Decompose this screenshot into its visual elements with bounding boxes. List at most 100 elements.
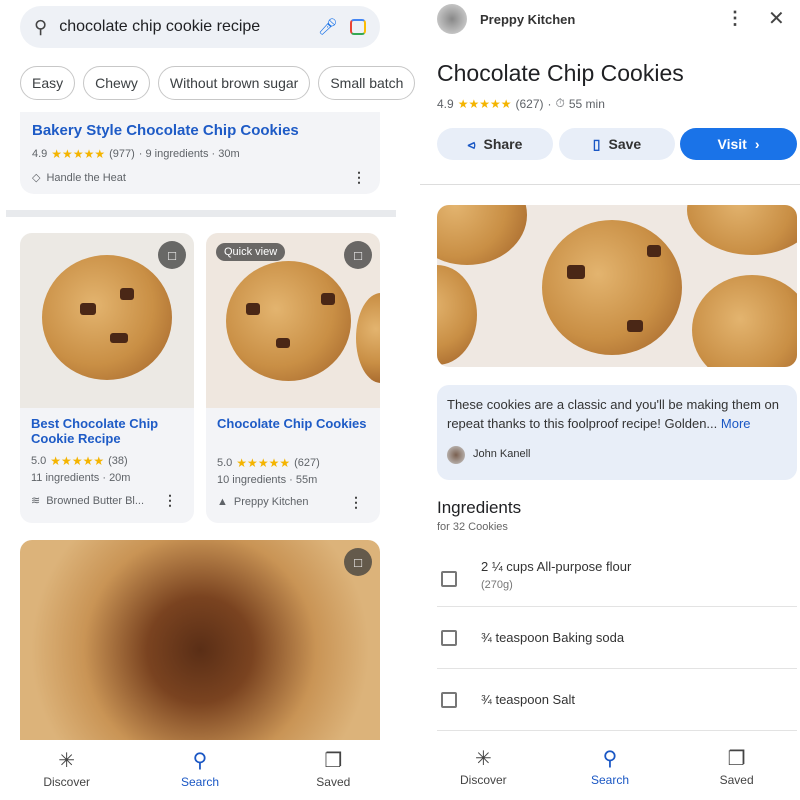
button-label: Save xyxy=(608,136,642,152)
checkbox[interactable] xyxy=(441,691,457,708)
nav-saved[interactable]: ❐ Saved xyxy=(692,749,782,787)
bookmark-icon[interactable]: □ xyxy=(344,548,372,576)
bottom-nav: ✳ Discover ⚲ Search ❐ Saved xyxy=(0,740,400,800)
stars: ★★★★★ xyxy=(50,454,105,468)
ingredient-note: (270g) xyxy=(481,579,513,591)
divider xyxy=(420,184,800,185)
rating: 5.0 xyxy=(31,455,47,467)
review-count: (627) xyxy=(515,96,544,111)
filter-chips: Easy Chewy Without brown sugar Small bat… xyxy=(20,66,416,100)
ingredient-name: ¾ teaspoon Baking soda xyxy=(481,630,625,645)
source-icon: ≋ xyxy=(31,495,41,507)
avatar xyxy=(437,4,467,34)
review-count: (38) xyxy=(108,455,128,467)
close-icon[interactable]: ✕ xyxy=(768,6,785,31)
timer-icon: ⏱︎ xyxy=(555,96,565,110)
nav-discover[interactable]: ✳ Discover xyxy=(22,751,112,789)
asterisk-icon: ✳ xyxy=(474,748,492,770)
saved-icon: ❐ xyxy=(727,748,746,770)
chip-without-brown-sugar[interactable]: Without brown sugar xyxy=(157,66,311,100)
chip-chewy[interactable]: Chewy xyxy=(83,66,150,100)
visit-button[interactable]: Visit › xyxy=(680,128,797,160)
button-label: Visit xyxy=(717,136,747,152)
stars: ★★★★★ xyxy=(236,456,291,470)
save-button[interactable]: ▯ Save xyxy=(559,128,675,160)
result-card[interactable]: Quick view □ Chocolate Chip Cookies 5.0 ★… xyxy=(206,233,380,523)
share-button[interactable]: ⪦ Share xyxy=(437,128,553,160)
more-options-icon[interactable]: ⋮ xyxy=(726,8,744,29)
nav-label: Search xyxy=(590,773,629,787)
rating: 4.9 xyxy=(32,148,48,160)
servings: for 32 Cookies xyxy=(437,521,508,533)
ingredient-item[interactable]: 2 ¼ cups All-purpose flour (270g) xyxy=(437,555,797,607)
section-title: Ingredients xyxy=(437,498,522,517)
author-avatar xyxy=(447,445,465,464)
nav-search[interactable]: ⚲ Search xyxy=(155,751,245,789)
chip-easy[interactable]: Easy xyxy=(20,66,76,100)
checkbox[interactable] xyxy=(441,629,457,646)
rating: 4.9 xyxy=(437,96,454,111)
nav-label: Discover xyxy=(43,775,90,789)
page-title: Chocolate Chip Cookies xyxy=(437,60,684,86)
asterisk-icon: ✳ xyxy=(58,750,76,772)
ingredient-item[interactable]: ¾ teaspoon Salt xyxy=(437,669,797,731)
source-icon: ▲ xyxy=(217,496,228,508)
ingredient-name: 2 ¼ cups All-purpose flour xyxy=(481,559,632,574)
cook-time: 55 min xyxy=(568,96,605,111)
bookmark-icon[interactable]: □ xyxy=(158,241,186,269)
quick-view-badge[interactable]: Quick view xyxy=(216,243,286,261)
button-label: Share xyxy=(483,136,523,152)
search-icon: ⚲ xyxy=(602,748,618,770)
result-details: · 9 ingredients · 30m xyxy=(138,148,240,160)
review-count: (977) xyxy=(109,148,135,160)
more-options-icon[interactable]: ⋮ xyxy=(349,494,363,511)
nav-label: Discover xyxy=(459,773,507,787)
source-icon: ◇ xyxy=(32,172,41,184)
mic-icon[interactable]: 🎤︎ xyxy=(318,17,338,37)
nav-discover[interactable]: ✳ Discover xyxy=(438,749,528,787)
bookmark-icon: ▯ xyxy=(592,135,601,152)
source-name: Handle the Heat xyxy=(46,171,126,184)
source-name[interactable]: Preppy Kitchen xyxy=(480,12,575,27)
share-icon: ⪦ xyxy=(467,135,476,152)
recipe-image: □ xyxy=(20,233,194,408)
more-options-icon[interactable]: ⋮ xyxy=(352,169,366,186)
ingredient-name: ¾ teaspoon Salt xyxy=(481,692,575,707)
author-name[interactable]: John Kanell xyxy=(473,445,531,464)
nav-label: Saved xyxy=(719,773,754,787)
result-card[interactable]: Bakery Style Chocolate Chip Cookies 4.9 ★… xyxy=(20,112,380,194)
result-details: 11 ingredients · 20m xyxy=(31,472,131,484)
ingredient-item[interactable]: ¾ teaspoon Baking soda xyxy=(437,607,797,669)
nav-label: Search xyxy=(180,775,219,789)
source-name: Browned Butter Bl... xyxy=(46,494,145,507)
lens-icon[interactable] xyxy=(350,19,366,35)
nav-search[interactable]: ⚲ Search xyxy=(565,749,655,787)
more-link[interactable]: More xyxy=(721,416,751,431)
result-title[interactable]: Chocolate Chip Cookies xyxy=(217,416,369,448)
bookmark-icon[interactable]: □ xyxy=(344,241,372,269)
result-title[interactable]: Bakery Style Chocolate Chip Cookies xyxy=(32,122,368,139)
nav-saved[interactable]: ❐ Saved xyxy=(288,751,378,789)
stars: ★★★★★ xyxy=(51,147,106,161)
chip-small-batch[interactable]: Small batch xyxy=(318,66,416,100)
search-icon: ⚲ xyxy=(192,750,208,772)
recipe-image xyxy=(437,205,797,367)
search-bar[interactable]: ⚲ chocolate chip cookie recipe 🎤︎ xyxy=(20,6,380,48)
recipe-image[interactable]: □ xyxy=(20,540,380,740)
divider xyxy=(6,210,396,217)
recipe-image: Quick view □ xyxy=(206,233,380,408)
result-card[interactable]: □ Best Chocolate Chip Cookie Recipe 5.0 ★… xyxy=(20,233,194,523)
more-options-icon[interactable]: ⋮ xyxy=(163,492,177,509)
nav-label: Saved xyxy=(316,775,351,789)
result-title[interactable]: Best Chocolate Chip Cookie Recipe xyxy=(31,416,183,446)
search-input[interactable]: chocolate chip cookie recipe xyxy=(59,18,306,36)
stars: ★★★★★ xyxy=(457,96,512,111)
ingredient-list: 2 ¼ cups All-purpose flour (270g) ¾ teasp… xyxy=(437,555,797,731)
separator: · xyxy=(547,96,552,111)
saved-icon: ❐ xyxy=(324,750,343,772)
review-count: (627) xyxy=(294,457,320,469)
result-details: 10 ingredients · 55m xyxy=(217,474,318,486)
description-card: These cookies are a classic and you'll b… xyxy=(437,385,797,480)
bottom-nav: ✳ Discover ⚲ Search ❐ Saved xyxy=(420,738,800,798)
checkbox[interactable] xyxy=(441,571,457,587)
